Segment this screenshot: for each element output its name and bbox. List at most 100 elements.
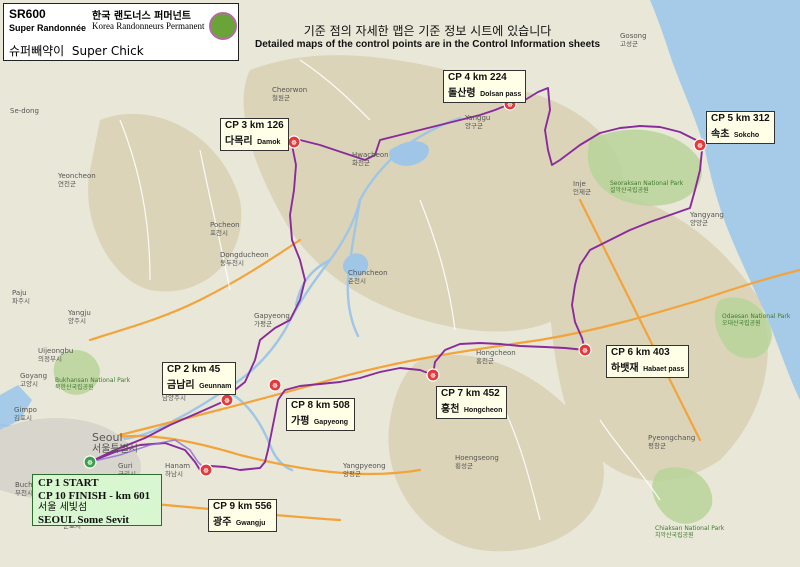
place-label-gapyeong: Gapyeong (254, 312, 290, 320)
place-label-uijeongbu: Uijeongbu (38, 347, 73, 355)
cp6-marker-glyph: ☸ (582, 347, 588, 355)
cp7-name-ko: 홍천 (441, 404, 460, 415)
place-label-hanam: Hanam (165, 462, 190, 470)
place-label-cheorwon: Cheorwon (272, 86, 307, 94)
cp1-name-ko: 서울 세빛섬 (38, 502, 88, 514)
cp9-label-box[interactable]: CP 9 km 556 광주 Gwangju (208, 499, 277, 532)
place-label-hwacheon: Hwacheon (352, 151, 389, 159)
cp7-name-en: Hongcheon (463, 407, 503, 414)
place-label-yangpyeong: Yangpyeong (342, 462, 386, 470)
cp4-number: CP 4 km 224 (448, 72, 507, 83)
cp9-number: CP 9 km 556 (213, 501, 272, 512)
cp2-number: CP 2 km 45 (167, 364, 221, 375)
place-label-yangyang: Yangyang (689, 211, 724, 219)
cp6-label-box[interactable]: CP 6 km 403 하뱃재 Habaet pass (606, 345, 690, 378)
note-ko: 기준 점의 자세한 맵은 기준 정보 시트에 있습니다 (303, 24, 552, 38)
cp9-name-ko: 광주 (213, 517, 232, 528)
park-label-1: Odaesan National Park (722, 313, 791, 320)
place-label-hongcheon: Hongcheon (476, 349, 516, 357)
place-label-bucheon-ko: 부천시 (15, 488, 33, 497)
cp4-name-ko: 돌산령 (448, 88, 476, 99)
cp2-name-ko: 금남리 (167, 380, 195, 391)
place-label-paju-ko: 파주시 (12, 296, 30, 305)
cp3-label-box[interactable]: CP 3 km 126 다목리 Damok (220, 118, 289, 151)
place-label-pyeongchang: Pyeongchang (648, 434, 695, 442)
control-info-note: 기준 점의 자세한 맵은 기준 정보 시트에 있습니다 Detailed map… (255, 22, 600, 50)
map-stage: ☸ ☸ ☸ ☸ ☸ ☸ ☸ ☸ ☸ Gosong 고성군 Cheorwon 철원군 Yanggu 양구군 H… (0, 0, 800, 567)
cp2-name-en: Geunnam (199, 383, 232, 390)
place-label-gosong-ko: 고성군 (620, 39, 638, 48)
title-box: SR600 Super Randonnée 한국 랜도너스 퍼머넌트 Korea… (3, 3, 239, 61)
place-label-gimpo: Gimpo (14, 406, 37, 414)
park-label-1-ko: 오대산국립공원 (722, 319, 761, 327)
cp8-name-en: Gapyeong (313, 419, 349, 426)
route-name-ko: 슈퍼빼약이 (9, 44, 65, 58)
park-label-0: Seoraksan National Park (610, 180, 684, 187)
route-name-en: Super Chick (71, 44, 144, 58)
cp3-name-ko: 다목리 (225, 136, 253, 147)
park-label-3-ko: 치악산국립공원 (655, 531, 694, 539)
place-label-pyeongchang-ko: 평창군 (648, 441, 666, 450)
cp7-label-box[interactable]: CP 7 km 452 홍천 Hongcheon (436, 386, 508, 419)
place-label-se-dong: Se-dong (10, 107, 39, 115)
place-label-paju: Paju (12, 289, 27, 297)
cp8-label-box[interactable]: CP 8 km 508 가평 Gapyeong (286, 398, 355, 431)
place-label-yangju-ko: 양주시 (68, 317, 86, 325)
place-label-seoul: Seoul (92, 431, 123, 444)
place-label-chuncheon: Chuncheon (348, 269, 388, 277)
cp3-name-en: Damok (257, 139, 281, 146)
place-label-yangpyeong-ko: 양평군 (343, 469, 361, 478)
cp1-line1: CP 1 START (38, 477, 99, 489)
place-label-dongducheon-ko: 동두천시 (220, 258, 244, 267)
place-label-gosong: Gosong (620, 32, 647, 40)
place-label-gimpo-ko: 김포시 (14, 414, 32, 422)
route-name: 슈퍼빼약이 Super Chick (9, 42, 144, 59)
cp8-name-ko: 가평 (291, 416, 310, 427)
org-name-ko: 한국 랜도너스 퍼머넌트 (92, 11, 191, 22)
place-label-pocheon-ko: 포천시 (210, 228, 228, 237)
cp9-marker-glyph: ☸ (203, 467, 209, 475)
cp2-label-box[interactable]: CP 2 km 45 금남리 Geunnam (162, 362, 237, 395)
cp5-name-en: Sokcho (733, 132, 760, 139)
place-label-inje: Inje (573, 180, 586, 188)
cp6-number: CP 6 km 403 (611, 347, 670, 358)
place-label-chuncheon-ko: 춘천시 (348, 276, 366, 285)
cp4-name-en: Dolsan pass (480, 91, 522, 98)
cp5-marker-glyph: ☸ (697, 142, 703, 150)
cp7-number: CP 7 km 452 (441, 388, 500, 399)
place-label-pocheon: Pocheon (210, 221, 240, 229)
org-logo-icon (209, 12, 237, 40)
title-code: SR600 (9, 7, 46, 21)
cp2-marker-glyph: ☸ (224, 397, 230, 405)
place-label-yeoncheon: Yeoncheon (57, 172, 96, 180)
cp1-start-finish-box[interactable]: CP 1 START CP 10 FINISH - km 601 서울 세빛섬 … (32, 474, 162, 526)
place-label-hanam-ko: 하남시 (165, 469, 183, 478)
place-label-dongducheon: Dongducheon (220, 251, 269, 259)
cp6-name-ko: 하뱃재 (611, 363, 639, 374)
place-label-cheorwon-ko: 철원군 (272, 93, 290, 102)
park-label-3: Chiaksan National Park (655, 525, 725, 532)
cp1-name-en: SEOUL Some Sevit (38, 513, 130, 526)
place-label-yeoncheon-ko: 연천군 (58, 179, 76, 188)
cp1-marker-glyph: ☸ (87, 459, 93, 467)
cp9-name-en: Gwangju (235, 520, 266, 527)
note-en: Detailed maps of the control points are … (255, 39, 601, 50)
place-label-guri: Guri (118, 462, 133, 470)
cp3-marker-glyph: ☸ (291, 139, 297, 147)
place-label-seoul-ko: 서울특별시 (92, 443, 138, 455)
cp5-number: CP 5 km 312 (711, 113, 770, 124)
cp3-number: CP 3 km 126 (225, 120, 284, 131)
place-label-hoengseong-ko: 횡성군 (455, 461, 473, 470)
cp7-marker-glyph: ☸ (430, 372, 436, 380)
place-label-yanggu-ko: 양구군 (465, 122, 483, 130)
org-name-en: Korea Randonneurs Permanent (92, 21, 205, 31)
place-label-hongcheon-ko: 홍천군 (476, 356, 494, 365)
cp5-label-box[interactable]: CP 5 km 312 속초 Sokcho (706, 111, 775, 144)
place-label-goyang: Goyang (20, 372, 47, 380)
title-subtitle: Super Randonnée (9, 23, 87, 33)
place-label-yangju: Yangju (67, 309, 91, 317)
place-label-uijeongbu-ko: 의정부시 (38, 354, 62, 363)
cp4-label-box[interactable]: CP 4 km 224 돌산령 Dolsan pass (443, 70, 527, 103)
cp5-name-ko: 속초 (711, 129, 730, 140)
cp6-name-en: Habaet pass (643, 366, 685, 373)
